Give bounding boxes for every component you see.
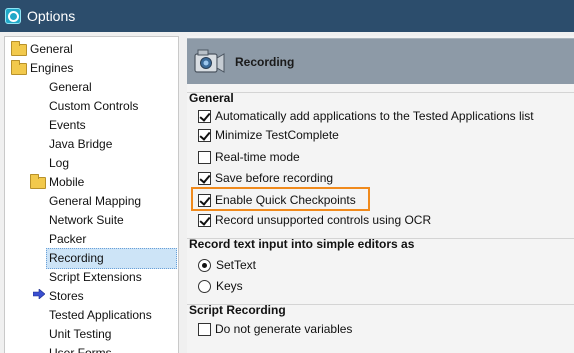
- tree-item-engines-general[interactable]: General: [49, 78, 92, 97]
- window-titlebar: Options: [0, 0, 574, 32]
- checkbox[interactable]: [198, 150, 211, 164]
- app-icon: [5, 8, 21, 24]
- tree-item-stores[interactable]: Stores: [49, 287, 84, 306]
- option-auto-add-applications[interactable]: Automatically add applications to the Te…: [198, 107, 534, 125]
- tree-item-mobile[interactable]: Mobile: [30, 173, 84, 192]
- folder-icon: [11, 40, 27, 56]
- option-keys[interactable]: Keys: [198, 277, 243, 295]
- option-minimize-testcomplete[interactable]: Minimize TestComplete: [198, 126, 339, 144]
- checkbox[interactable]: [198, 128, 211, 142]
- tree-item-script-extensions[interactable]: Script Extensions: [49, 268, 142, 287]
- checkbox[interactable]: [198, 213, 211, 227]
- checkbox[interactable]: [198, 109, 211, 123]
- option-real-time-mode[interactable]: Real-time mode: [198, 148, 300, 166]
- tree-item-log[interactable]: Log: [49, 154, 69, 173]
- checkbox[interactable]: [198, 322, 211, 336]
- current-item-arrow-icon: [33, 289, 45, 299]
- tree-item-user-forms[interactable]: User Forms: [49, 344, 112, 353]
- radio-button[interactable]: [198, 258, 211, 272]
- tree-item-network-suite[interactable]: Network Suite: [49, 211, 124, 230]
- option-record-unsupported-ocr[interactable]: Record unsupported controls using OCR: [198, 211, 431, 229]
- section-title-script-recording: Script Recording: [189, 303, 286, 317]
- tree-item-recording[interactable]: Recording: [46, 248, 177, 269]
- tree-item-unit-testing[interactable]: Unit Testing: [49, 325, 111, 344]
- tree-item-tested-applications[interactable]: Tested Applications: [49, 306, 152, 325]
- tree-item-java-bridge[interactable]: Java Bridge: [49, 135, 112, 154]
- tree-item-engines[interactable]: Engines: [11, 59, 73, 78]
- folder-icon: [30, 173, 46, 189]
- tree-item-events[interactable]: Events: [49, 116, 86, 135]
- option-settext[interactable]: SetText: [198, 256, 256, 274]
- section-divider: [187, 92, 574, 93]
- tree-item-custom-controls[interactable]: Custom Controls: [49, 97, 138, 116]
- section-title-text-input: Record text input into simple editors as: [189, 237, 415, 251]
- panel-banner: Recording: [187, 38, 574, 84]
- recording-icon: [194, 49, 225, 73]
- options-tree[interactable]: General Engines General Custom Controls …: [4, 36, 179, 353]
- checkbox[interactable]: [198, 171, 211, 185]
- window-title: Options: [27, 8, 76, 24]
- option-do-not-generate-variables[interactable]: Do not generate variables: [198, 320, 352, 338]
- highlight-box: [191, 187, 370, 211]
- radio-button[interactable]: [198, 279, 211, 293]
- section-title-general: General: [189, 91, 234, 105]
- tree-item-packer[interactable]: Packer: [49, 230, 86, 249]
- tree-item-general[interactable]: General: [11, 40, 73, 59]
- panel-title: Recording: [235, 54, 295, 69]
- folder-icon: [11, 59, 27, 75]
- option-save-before-recording[interactable]: Save before recording: [198, 169, 333, 187]
- tree-item-general-mapping[interactable]: General Mapping: [49, 192, 141, 211]
